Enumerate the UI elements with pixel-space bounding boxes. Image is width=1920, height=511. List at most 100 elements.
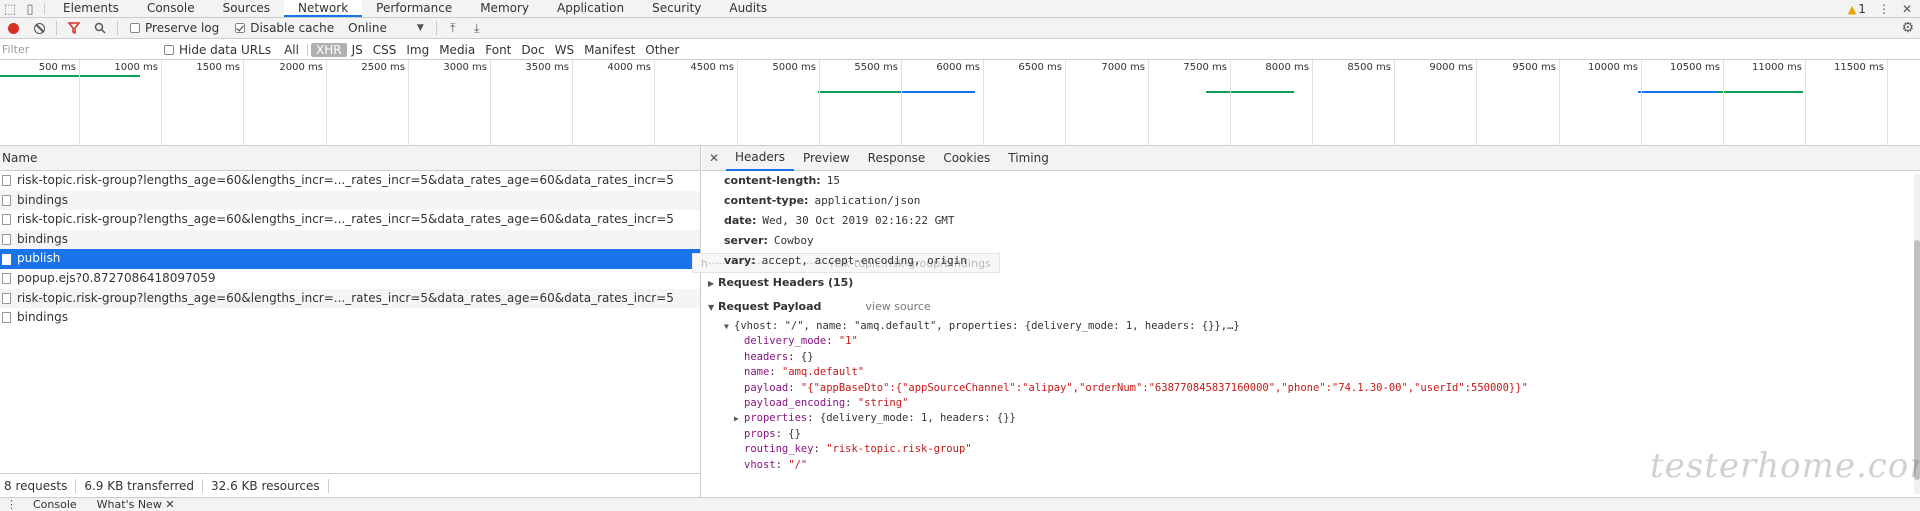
file-icon: [2, 312, 11, 324]
tab-sources[interactable]: Sources: [209, 0, 284, 17]
type-filter-media[interactable]: Media: [434, 43, 480, 57]
request-row[interactable]: popup.ejs?0.8727086418097059: [0, 269, 700, 289]
type-filter-divider: [306, 43, 308, 56]
import-har-button[interactable]: ⤒: [441, 21, 465, 36]
more-menu-icon[interactable]: ⋮: [1878, 2, 1890, 16]
resources-size: 32.6 KB resources: [203, 478, 329, 493]
tabbar-divider: [44, 3, 45, 14]
name-column-header[interactable]: Name: [0, 146, 700, 171]
tab-performance[interactable]: Performance: [362, 0, 466, 17]
preserve-log-checkbox[interactable]: Preserve log: [130, 21, 219, 35]
settings-gear-icon[interactable]: ⚙: [1901, 20, 1914, 36]
header-key: content-length:: [724, 174, 821, 187]
request-row[interactable]: bindings: [0, 308, 700, 328]
filter-button[interactable]: [61, 18, 87, 39]
details-tab-response[interactable]: Response: [859, 146, 935, 170]
close-details-icon[interactable]: ✕: [702, 151, 726, 165]
expand-triangle-icon: ▶: [734, 414, 739, 424]
search-button[interactable]: [87, 18, 113, 39]
payload-field-properties[interactable]: ▶ properties: {delivery_mode: 1, headers:…: [724, 411, 1920, 426]
tab-audits[interactable]: Audits: [715, 0, 781, 17]
timeline-gridline: [983, 60, 984, 146]
timeline-overview[interactable]: 500 ms 1000 ms 1500 ms 2000 ms 2500 ms 3000 m…: [0, 60, 1920, 154]
details-tab-headers[interactable]: Headers: [726, 145, 794, 171]
tab-security[interactable]: Security: [638, 0, 715, 17]
tab-elements[interactable]: Elements: [49, 0, 133, 17]
tab-application[interactable]: Application: [543, 0, 638, 17]
hide-data-urls-checkbox[interactable]: Hide data URLs: [164, 43, 271, 57]
disable-cache-checkbox[interactable]: Disable cache: [235, 21, 334, 35]
timeline-gridline: [161, 60, 162, 146]
timeline-gridline: [1065, 60, 1066, 146]
disable-cache-label: Disable cache: [250, 21, 335, 35]
header-value: Wed, 30 Oct 2019 02:16:22 GMT: [762, 214, 955, 227]
filter-input[interactable]: [0, 41, 156, 58]
timeline-tick-label: 6500 ms: [1018, 62, 1062, 73]
type-filter-js[interactable]: JS: [347, 43, 368, 57]
drawer-tab-whats-new[interactable]: What's New ✕: [87, 498, 185, 511]
devtools-tabbar: ⬚ ▯ Elements Console Sources Network Per…: [0, 0, 1920, 18]
details-tab-cookies[interactable]: Cookies: [934, 146, 999, 170]
details-tab-preview[interactable]: Preview: [794, 146, 859, 170]
disable-cache-box[interactable]: [235, 23, 246, 33]
request-row[interactable]: bindings: [0, 190, 700, 211]
type-filter-doc[interactable]: Doc: [516, 43, 549, 57]
timeline-tick-label: 11000 ms: [1752, 62, 1802, 73]
request-row[interactable]: bindings: [0, 229, 700, 250]
type-filter-ws[interactable]: WS: [550, 43, 579, 57]
request-list: Name risk-topic.risk-group?lengths_age=6…: [0, 146, 701, 473]
file-icon: [2, 175, 11, 187]
preserve-log-box[interactable]: [130, 23, 140, 33]
record-button[interactable]: [0, 18, 26, 39]
timeline-gridline: [1230, 60, 1231, 146]
header-value: application/json: [814, 194, 921, 207]
close-devtools-icon[interactable]: ✕: [1902, 2, 1912, 16]
type-filter-css[interactable]: CSS: [368, 43, 402, 57]
timeline-tick-label: 1000 ms: [114, 62, 158, 73]
transferred-size: 6.9 KB transferred: [76, 478, 203, 493]
scrollbar-thumb[interactable]: [1914, 240, 1920, 480]
drawer-menu-icon[interactable]: ⋮: [0, 498, 23, 511]
inspect-element-icon[interactable]: ⬚: [0, 0, 20, 18]
file-icon: [2, 253, 11, 265]
details-tab-timing[interactable]: Timing: [999, 146, 1058, 170]
tab-console[interactable]: Console: [133, 0, 209, 17]
request-row[interactable]: risk-topic.risk-group?lengths_age=60&len…: [0, 210, 700, 230]
request-payload-section[interactable]: ▼ Request Payload view source: [708, 295, 1920, 319]
timeline-gridline: [1641, 60, 1642, 146]
tab-network[interactable]: Network: [284, 0, 363, 17]
type-filter-font[interactable]: Font: [480, 43, 516, 57]
payload-value: {delivery_mode: 1, headers: {}}: [819, 412, 1016, 425]
request-payload-title: Request Payload: [718, 300, 822, 313]
tabbar-right: ▲ 1 ⋮ ✕: [1848, 0, 1920, 18]
payload-value: "{"appBaseDto":{"appSourceChannel":"alip…: [800, 381, 1528, 394]
request-row[interactable]: risk-topic.risk-group?lengths_age=60&len…: [0, 288, 700, 309]
warning-counter[interactable]: ▲ 1: [1848, 2, 1866, 16]
type-filter-other[interactable]: Other: [640, 43, 684, 57]
request-name: bindings: [17, 231, 68, 246]
clear-button[interactable]: [26, 18, 52, 39]
type-filter-xhr[interactable]: XHR: [310, 42, 347, 57]
request-row[interactable]: risk-topic.risk-group?lengths_age=60&len…: [0, 171, 700, 191]
type-filter-all[interactable]: All: [279, 43, 304, 57]
payload-summary[interactable]: ▼ {vhost: "/", name: "amq.default", prope…: [724, 319, 1920, 334]
hide-data-urls-box[interactable]: [164, 44, 174, 55]
close-icon[interactable]: ✕: [165, 498, 174, 511]
type-filter-manifest[interactable]: Manifest: [579, 43, 640, 57]
request-row-selected[interactable]: publish: [0, 249, 700, 269]
payload-value: "risk-topic.risk-group": [826, 443, 972, 456]
view-source-link[interactable]: view source: [865, 300, 930, 313]
device-toolbar-icon[interactable]: ▯: [20, 0, 40, 18]
network-toolbar: Preserve log Disable cache Online ▼ ⤒ ⤓ …: [0, 18, 1920, 39]
header-value: 15: [826, 174, 840, 187]
throttling-select[interactable]: Online ▼: [348, 21, 424, 35]
filter-bar: Hide data URLs All XHR JS CSS Img Media …: [0, 40, 1920, 60]
tab-memory[interactable]: Memory: [466, 0, 543, 17]
timeline-tick-label: 2000 ms: [279, 62, 323, 73]
type-filter-img[interactable]: Img: [401, 43, 434, 57]
drawer-tab-console[interactable]: Console: [23, 498, 87, 511]
preserve-log-label: Preserve log: [145, 21, 220, 35]
payload-field: name: "amq.default": [744, 366, 865, 379]
request-headers-section[interactable]: ▶ Request Headers (15): [708, 271, 1920, 295]
export-har-button[interactable]: ⤓: [465, 21, 489, 36]
